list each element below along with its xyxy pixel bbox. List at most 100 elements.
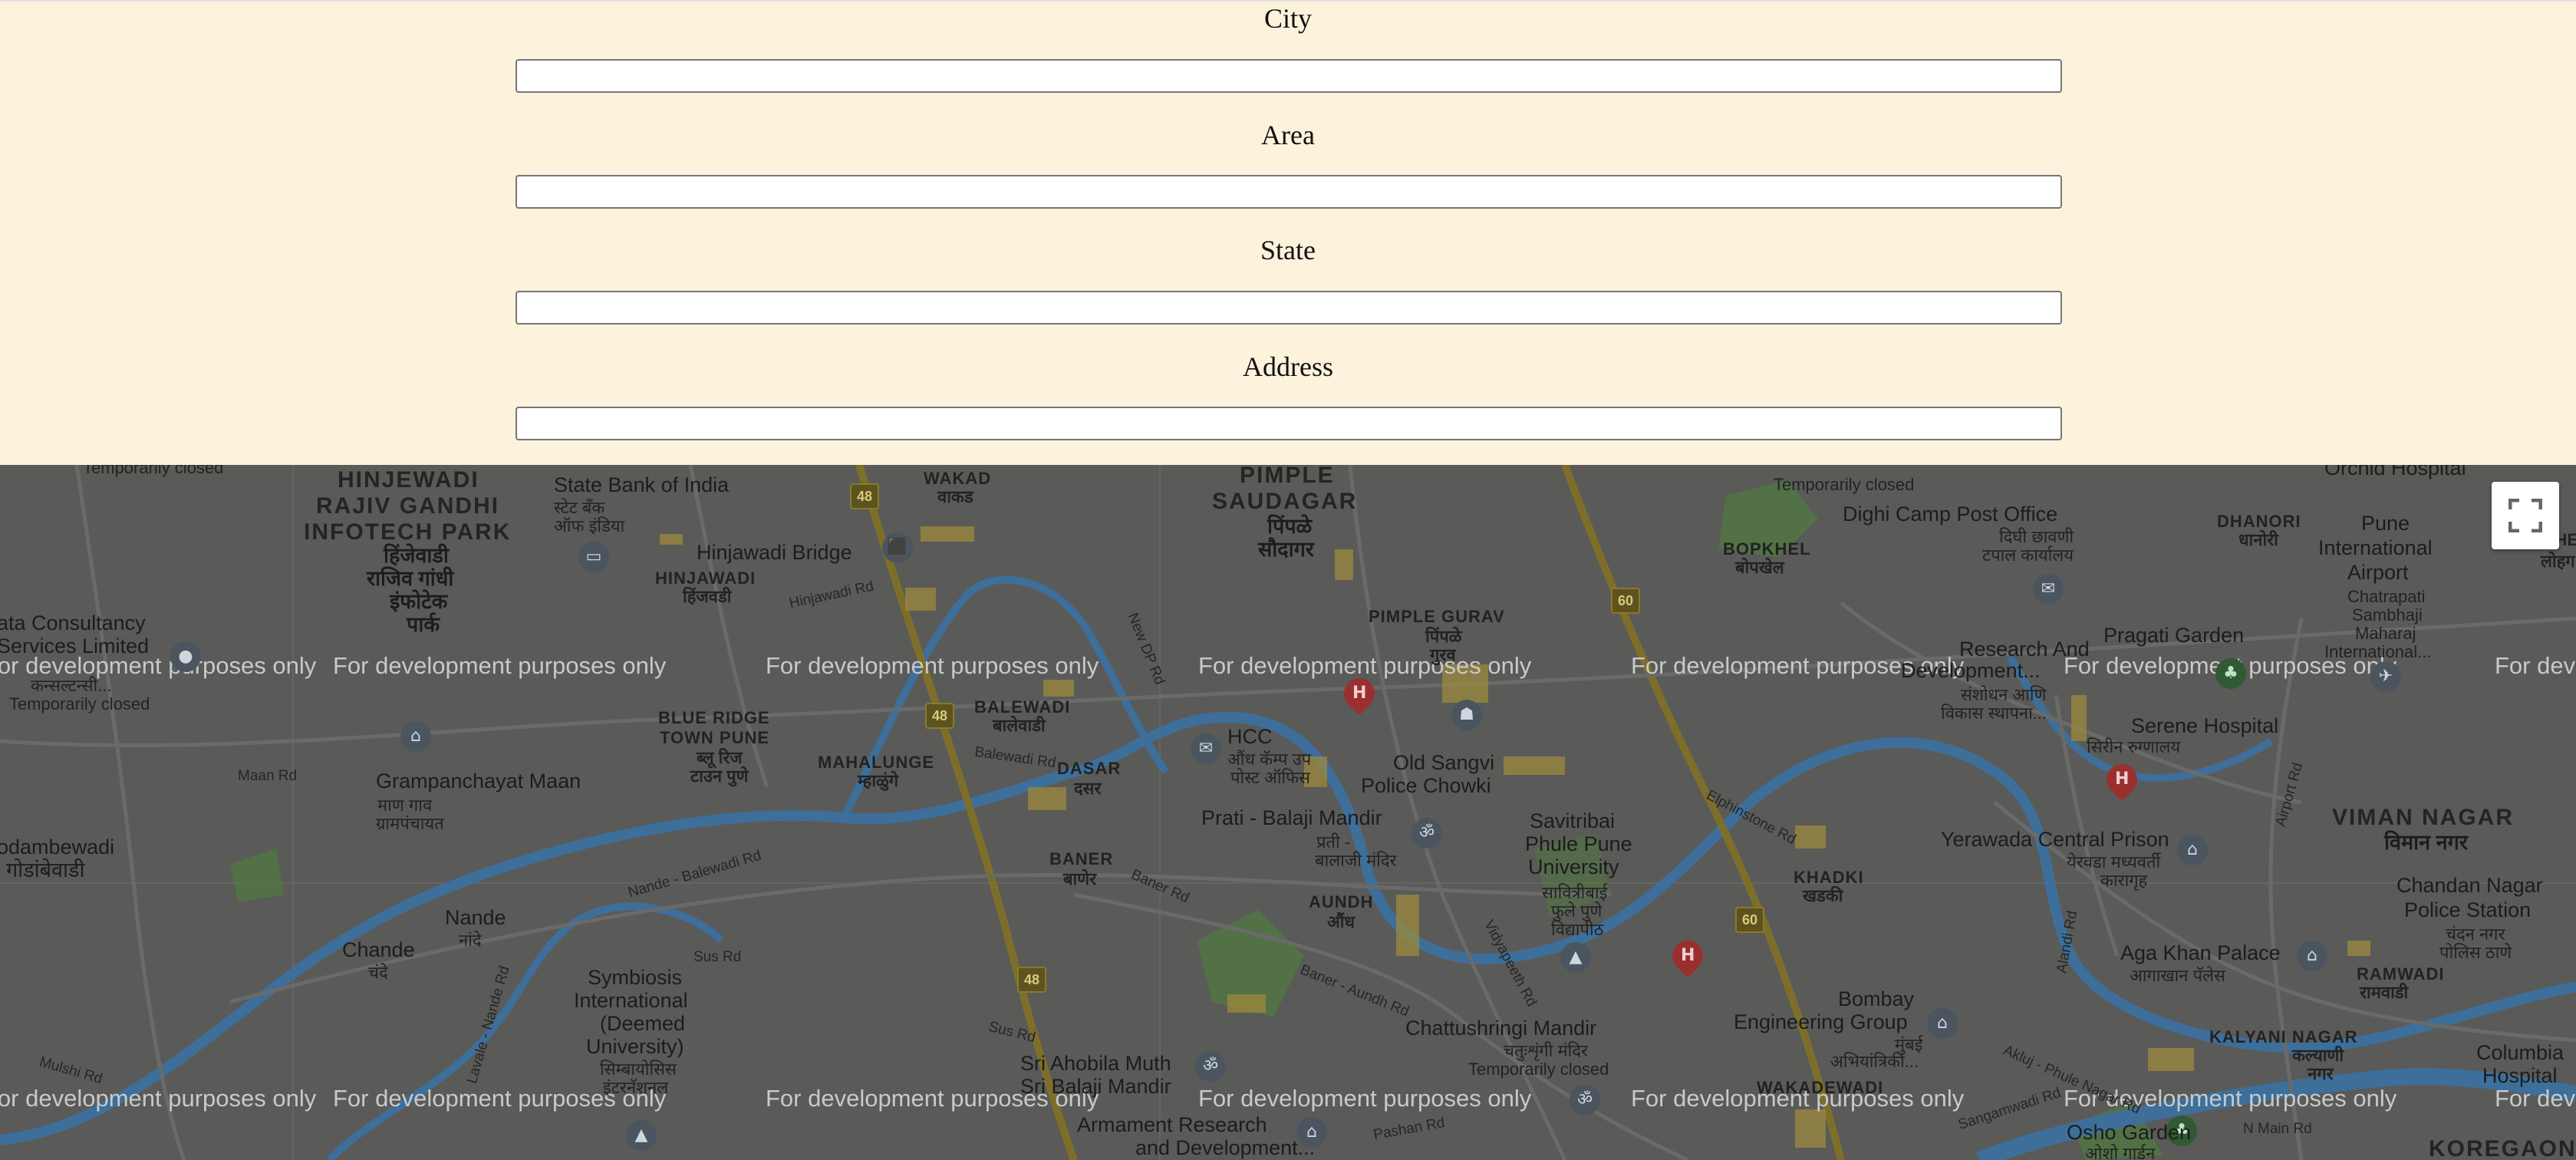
fullscreen-button[interactable] [2492, 482, 2559, 549]
place-label: State Bank of India [554, 473, 730, 496]
place-label: दिघी छावणी [1999, 527, 2074, 546]
city-label: City [1263, 3, 1312, 34]
place-label: ग्रामपंचायत [376, 814, 444, 833]
district-label: KHADKI [1794, 868, 1864, 887]
district-label: DASAR [1057, 759, 1122, 778]
park-pin-icon[interactable]: ♣ [2215, 658, 2246, 689]
map-view[interactable]: For development purposes only For develo… [0, 465, 2576, 1160]
nh48-shield: 48 [1017, 967, 1046, 993]
place-label: चंदन नगर [2446, 924, 2505, 944]
address-input[interactable] [516, 407, 2062, 440]
place-label: Pune [2361, 512, 2410, 535]
district-label: खडकी [1803, 886, 1843, 905]
place-label: Grampanchayat Maan [376, 769, 581, 793]
bank-pin-icon[interactable]: ▭ [578, 542, 609, 572]
district-label: रामवाडी [2360, 983, 2409, 1002]
temple-pin-icon[interactable]: ॐ [1195, 1051, 1226, 1082]
place-label: Research And [1959, 638, 2090, 661]
place-label: Chattushringi Mandir [1405, 1017, 1597, 1040]
police-pin-icon[interactable]: ☗ [1451, 700, 1482, 730]
city-input[interactable] [516, 59, 2062, 93]
airport-pin-icon[interactable]: ✈ [2370, 661, 2401, 692]
place-label: International... [2324, 642, 2432, 661]
place-label: Savitribai [1530, 809, 1616, 832]
transit-pin-icon[interactable]: ⬛ [882, 532, 913, 563]
place-label: Symbiosis [588, 966, 683, 989]
university-pin-icon[interactable]: ▲ [1560, 942, 1591, 973]
district-label: BALEWADI [974, 697, 1071, 717]
district-label: नगर [2308, 1064, 2334, 1083]
district-label: इंफोटेक [390, 590, 448, 613]
temple-pin-icon[interactable]: ॐ [1570, 1085, 1600, 1116]
place-label: चंदे [368, 963, 388, 982]
place-label: International [2318, 536, 2433, 559]
place-label: Temporarily closed [1468, 1059, 1609, 1079]
dev-watermark: For development purposes only [766, 652, 1099, 679]
place-label: Airport [2347, 561, 2409, 584]
place-label: International [574, 989, 688, 1012]
post-office-pin-icon[interactable]: ✉ [1191, 733, 1221, 764]
place-label: Engineering Group [1734, 1010, 1908, 1033]
place-label: पोलिस ठाणे [2439, 943, 2512, 962]
office-pin-icon[interactable]: ⌂ [1927, 1008, 1958, 1039]
district-label: BOPKHEL [1723, 539, 1811, 559]
place-label: Nande [445, 906, 506, 929]
district-label: बालेवाडी [993, 716, 1046, 735]
district-label: वाकड [937, 487, 973, 506]
place-label: and Development... [1135, 1136, 1316, 1159]
area-input[interactable] [516, 175, 2062, 209]
district-label: पार्क [407, 613, 440, 636]
place-label: Armament Research [1077, 1113, 1267, 1136]
area-label: Area [1261, 120, 1315, 150]
place-label: स्टेट बँक [554, 498, 605, 517]
park-area [230, 849, 284, 902]
place-label: Aga Khan Palace [2120, 941, 2281, 964]
museum-pin-icon[interactable]: ⌂ [2297, 941, 2327, 971]
place-label: सिरीन रुग्णालय [2087, 737, 2181, 756]
place-label: HCC [1227, 725, 1273, 748]
district-label: KOREGAON [2429, 1136, 2576, 1160]
place-label: Temporarily closed [1774, 475, 1915, 494]
university-pin-icon[interactable]: ▲ [626, 1120, 657, 1151]
place-label: Sri Balaji Mandir [1020, 1075, 1171, 1098]
place-label: Hospital [2482, 1064, 2558, 1087]
district-label: राजिव गांधी [367, 567, 454, 590]
place-label: गोडांबेवाडी [6, 858, 85, 882]
district-label: KALYANI NAGAR [2209, 1027, 2358, 1046]
place-label: इंटरनॅशनल [603, 1078, 669, 1097]
place-label: अभियांत्रिकी... [1830, 1052, 1919, 1071]
district-label: बाणेर [1063, 869, 1097, 888]
nh60-shield: 60 [1735, 907, 1764, 933]
district-label: लोहग [2541, 552, 2575, 571]
place-label: Chande [342, 938, 415, 961]
place-label: चतुःशृंगी मंदिर [1504, 1041, 1588, 1060]
nh60-shield: 60 [1611, 588, 1640, 614]
district-label: सौदागर [1258, 538, 1314, 561]
temple-pin-icon[interactable]: ॐ [1412, 818, 1442, 849]
district-label: विमान नगर [2384, 831, 2468, 854]
place-label: University) [586, 1035, 684, 1058]
district-label: BLUE RIDGE [658, 708, 770, 727]
district-label: SAUDAGAR [1212, 489, 1358, 514]
address-label: Address [1243, 351, 1333, 382]
place-label: Osho Garden [2067, 1121, 2192, 1144]
nh48-shield: 48 [850, 483, 879, 509]
state-input[interactable] [516, 291, 2062, 325]
district-label: HINJEWADI [338, 467, 479, 493]
place-label: ओशो गार्डन [2085, 1144, 2156, 1160]
place-label: टपाल कार्यालय [1982, 545, 2074, 565]
place-label: सावित्रीबाई [1542, 883, 1608, 902]
place-label: बालाजी मंदिर [1315, 851, 1397, 870]
office-pin-icon[interactable]: ● [170, 641, 201, 672]
district-label: टाउन पुणे [690, 766, 749, 786]
government-pin-icon[interactable]: ⌂ [400, 721, 431, 752]
district-label: PIMPLE [1240, 465, 1335, 488]
prison-pin-icon[interactable]: ⌂ [2177, 835, 2208, 865]
place-label: पोस्ट ऑफिस [1230, 768, 1310, 787]
dev-watermark: For development purposes only [2495, 652, 2576, 679]
place-label: Sri Ahobila Muth [1020, 1052, 1171, 1075]
district-label: बोपखेल [1735, 558, 1784, 577]
post-office-pin-icon[interactable]: ✉ [2033, 574, 2064, 605]
place-label: Chatrapati [2347, 587, 2426, 606]
place-label: Police Chowki [1361, 774, 1491, 797]
